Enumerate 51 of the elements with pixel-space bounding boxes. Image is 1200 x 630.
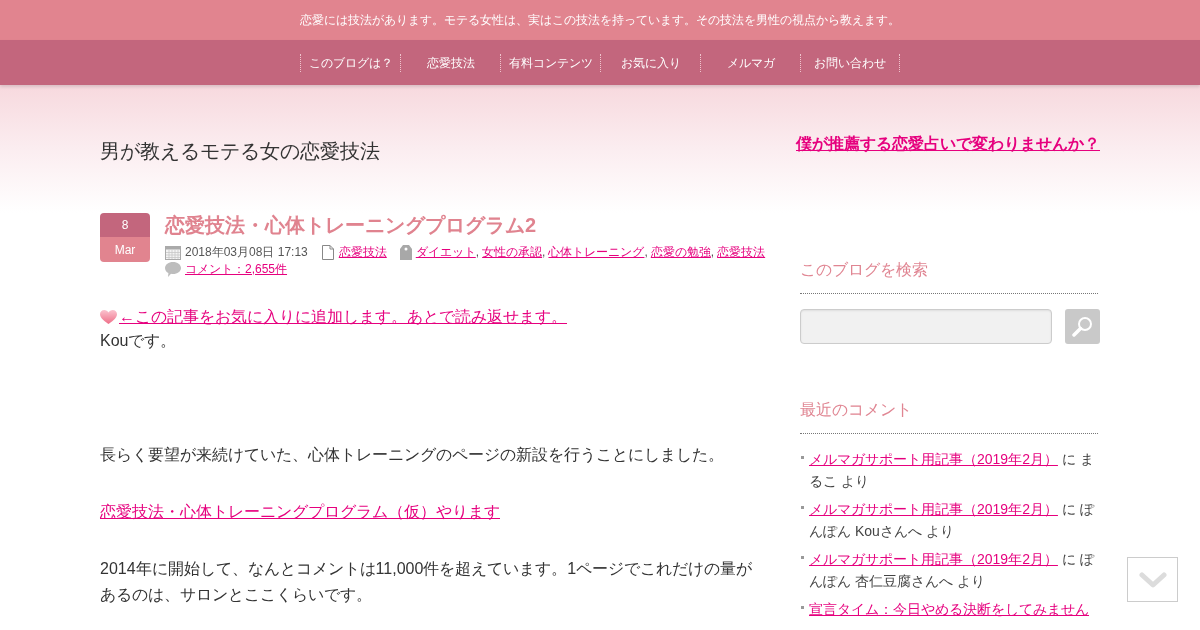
greeting-text: Kouです。 — [100, 331, 178, 351]
scroll-down-button[interactable] — [1127, 557, 1178, 602]
heart-icon — [100, 310, 117, 324]
tag-link[interactable]: 恋愛の勉強 — [650, 244, 711, 261]
site-tagline: 恋愛には技法があります。モテる女性は、実はこの技法を持っています。その技法を男性の視点から教えます。 — [300, 12, 900, 29]
bullet-icon — [801, 506, 804, 509]
nav-link[interactable]: メルマガ — [700, 53, 800, 72]
tag-separator: , — [475, 244, 480, 261]
speech-bubble-icon — [165, 262, 181, 277]
comment-link[interactable]: メルマガサポート用記事（2019年2月） — [809, 451, 1058, 467]
search-icon — [1072, 316, 1093, 337]
favorite-link[interactable]: ←この記事をお気に入りに追加します。あとで読み返せます。 — [119, 305, 567, 329]
nav-link[interactable]: お気に入り — [600, 53, 700, 72]
nav-link[interactable]: お問い合わせ — [800, 53, 900, 72]
tag-separator: , — [710, 244, 715, 261]
comments-link[interactable]: コメント：2,655件 — [185, 261, 288, 278]
sidebar-heading: 最近のコメント — [800, 398, 1098, 434]
post-title: 恋愛技法・心体トレーニングプログラム2 — [165, 213, 538, 237]
nav-link[interactable]: 有料コンテンツ — [500, 53, 600, 72]
body-paragraph: 2014年に開始して、なんとコメントは11,000件を超えています。1ページでこれだけの量があるのは、サロンとここくらいです。 — [100, 559, 754, 605]
bullet-icon — [801, 456, 804, 459]
nav-link[interactable]: このブログは？ — [300, 53, 400, 72]
comment-link[interactable]: メルマガサポート用記事（2019年2月） — [809, 551, 1058, 567]
promo-link[interactable]: 僕が推薦する恋愛占いで変わりませんか？ — [796, 132, 1100, 156]
comment-link[interactable]: 宣言タイム：今日やめる決断をしてみません — [809, 601, 1089, 617]
date-day: 8 — [100, 213, 150, 237]
body-paragraph: 長らく要望が来続けていた、心体トレーニングのページの新設を行うことにしました。 — [100, 445, 725, 465]
sidebar-heading: このブログを検索 — [800, 258, 1098, 294]
search-button[interactable] — [1065, 309, 1100, 344]
bullet-icon — [801, 606, 804, 609]
tag-link[interactable]: 心体トレーニング — [548, 244, 645, 261]
site-title: 男が教えるモテる女の恋愛技法 — [100, 139, 380, 164]
comment-entry: メルマガサポート用記事（2019年2月） に ぽんぽん 杏仁豆腐さんへ より — [809, 550, 1096, 591]
tag-icon — [399, 245, 412, 260]
nav-link[interactable]: 恋愛技法 — [400, 53, 500, 72]
tag-separator: , — [644, 244, 648, 261]
document-icon — [321, 245, 334, 260]
tag-link[interactable]: 恋愛技法 — [717, 244, 766, 261]
comment-entry: メルマガサポート用記事（2019年2月） に ぽんぽん Kouさんへ より — [809, 500, 1096, 541]
comment-link[interactable]: メルマガサポート用記事（2019年2月） — [809, 501, 1058, 517]
article-link[interactable]: 恋愛技法・心体トレーニングプログラム（仮）やります — [100, 503, 500, 520]
date-month: Mar — [100, 237, 150, 262]
comment-entry: メルマガサポート用記事（2019年2月） に まるこ より — [809, 450, 1095, 491]
post-datetime: 2018年03月08日 17:13 — [185, 244, 308, 261]
tag-link[interactable]: ダイエット — [415, 244, 476, 261]
search-field[interactable] — [800, 309, 1052, 344]
chevron-down-icon — [1138, 571, 1167, 588]
calendar-icon — [165, 245, 181, 260]
bullet-icon — [801, 556, 804, 559]
category-link[interactable]: 恋愛技法 — [338, 244, 387, 261]
tag-separator: , — [542, 244, 546, 261]
